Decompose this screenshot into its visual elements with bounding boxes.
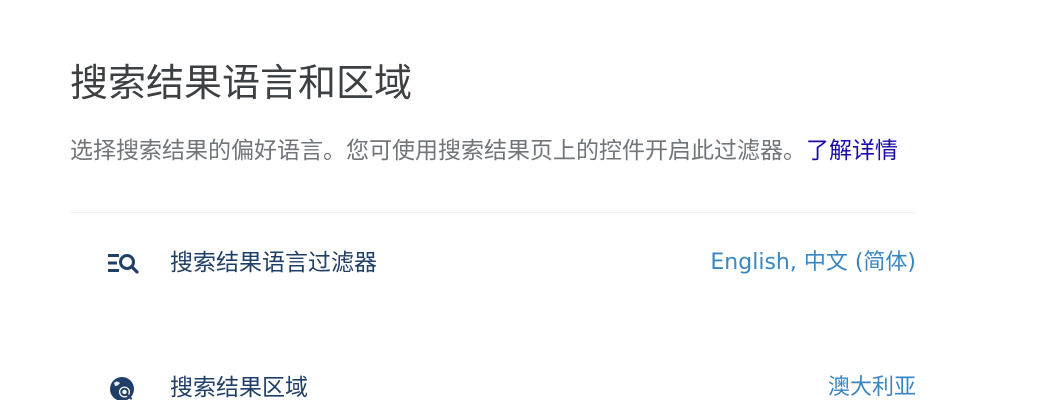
setting-value: English, 中文 (简体) <box>710 250 916 275</box>
page-title: 搜索结果语言和区域 <box>70 61 413 105</box>
setting-value: 澳大利亚 <box>827 375 916 400</box>
setting-label: 搜索结果语言过滤器 <box>170 250 377 276</box>
divider <box>70 212 916 213</box>
description-text: 选择搜索结果的偏好语言。您可使用搜索结果页上的控件开启此过滤器。 <box>70 138 806 164</box>
globe-search-icon <box>106 374 140 400</box>
setting-row-region[interactable]: 搜索结果区域 澳大利亚 <box>70 358 916 400</box>
setting-label: 搜索结果区域 <box>170 375 308 400</box>
learn-more-link[interactable]: 了解详情 <box>806 138 898 164</box>
language-filter-icon <box>106 249 140 277</box>
setting-row-language-filter[interactable]: 搜索结果语言过滤器 English, 中文 (简体) <box>70 233 916 293</box>
page-description: 选择搜索结果的偏好语言。您可使用搜索结果页上的控件开启此过滤器。了解详情 <box>70 135 898 167</box>
settings-page: 搜索结果语言和区域 选择搜索结果的偏好语言。您可使用搜索结果页上的控件开启此过滤… <box>0 0 1058 400</box>
